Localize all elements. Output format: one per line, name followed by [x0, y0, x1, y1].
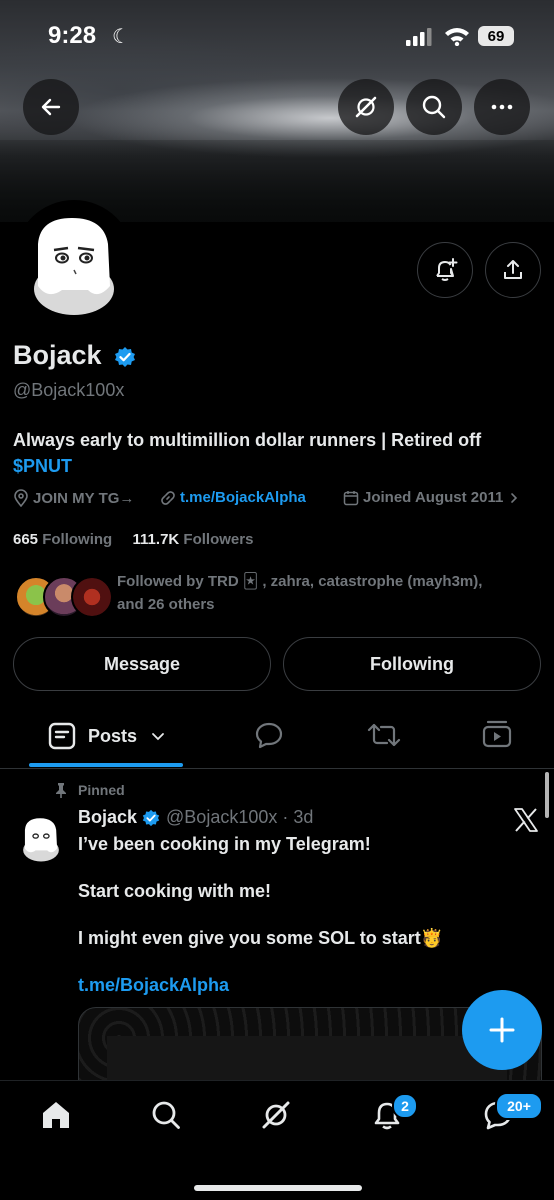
search-icon [422, 95, 446, 119]
following-count: 665 [13, 531, 39, 548]
location-icon [14, 489, 28, 507]
retweet-icon [367, 723, 401, 747]
active-tab-indicator [29, 763, 183, 767]
followers-count-link[interactable]: 111.7K Followers [133, 531, 254, 548]
followers-count: 111.7K [132, 531, 180, 548]
post-body: I’ve been cooking in my Telegram! Start … [78, 832, 498, 1020]
search-button[interactable] [406, 79, 462, 135]
cellular-signal-icon [406, 28, 432, 46]
post-author-avatar[interactable] [16, 812, 66, 862]
focus-moon-icon: ☾ [112, 26, 130, 48]
notify-button[interactable] [417, 242, 473, 298]
following-count-link[interactable]: 665 Following [13, 531, 112, 548]
notifications-badge: 2 [392, 1093, 418, 1119]
tab-posts-label: Posts [88, 725, 138, 746]
bell-plus-icon [436, 258, 458, 281]
profile-handle: @Bojack100x [13, 380, 125, 400]
share-icon [504, 260, 522, 279]
post-link[interactable]: t.me/BojackAlpha [78, 973, 498, 997]
profile-name: Bojack [13, 340, 102, 370]
home-icon [43, 1102, 69, 1128]
bio-cashtag-link[interactable]: $PNUT [13, 456, 72, 476]
back-button[interactable] [23, 79, 79, 135]
tab-reposts[interactable] [367, 722, 401, 753]
media-icon [482, 720, 512, 748]
chevron-down-icon [152, 733, 164, 741]
battery-indicator: 69 [478, 26, 514, 46]
post-handle-time: @Bojack100x · 3d [166, 807, 314, 827]
compose-button[interactable] [462, 990, 542, 1070]
post-avatar-image [16, 812, 66, 862]
tab-media[interactable] [482, 719, 512, 754]
replies-icon [255, 722, 283, 749]
tab-replies[interactable] [254, 721, 284, 754]
bottom-navigation [0, 1080, 554, 1200]
followers-you-know-avatars[interactable] [15, 576, 113, 618]
followed-by-line2: and 26 others [117, 596, 215, 613]
profile-joined[interactable]: Joined August 2011 [343, 489, 525, 506]
nav-grok[interactable] [260, 1099, 292, 1136]
pinned-indicator: Pinned [54, 782, 125, 798]
more-icon [491, 104, 513, 110]
post-line-1: I’ve been cooking in my Telegram! [78, 834, 371, 854]
link-text[interactable]: t.me/BojackAlpha [180, 489, 306, 506]
nav-grok-icon [262, 1101, 290, 1129]
nav-search[interactable] [150, 1099, 182, 1136]
messages-badge: 20+ [495, 1092, 543, 1120]
message-button[interactable]: Message [13, 637, 271, 691]
pin-icon [56, 783, 66, 798]
share-profile-button[interactable] [485, 242, 541, 298]
followed-by-line1: Followed by TRD 🃏 , zahra, catastrophe (… [117, 573, 483, 590]
post-header: Bojack @Bojack100x · 3d [78, 807, 313, 828]
grok-button[interactable] [338, 79, 394, 135]
profile-location: JOIN MY TG→ [13, 489, 134, 507]
link-icon [161, 490, 175, 505]
following-label: Following [42, 531, 113, 548]
status-time: 9:28 [48, 22, 97, 49]
scrollbar-thumb[interactable] [545, 772, 549, 818]
posts-tab-icon [48, 722, 76, 750]
followed-by-text[interactable]: Followed by TRD 🃏 , zahra, catastrophe (… [117, 570, 537, 616]
x-logo-icon[interactable] [513, 808, 539, 832]
calendar-icon [343, 490, 359, 505]
nav-home[interactable] [40, 1099, 72, 1136]
more-button[interactable] [474, 79, 530, 135]
joined-text: Joined August 2011 [363, 489, 504, 506]
post-line-2: Start cooking with me! [78, 881, 272, 901]
bio-text: Always early to multimillion dollar runn… [13, 430, 482, 450]
home-indicator [194, 1185, 362, 1191]
pinned-label: Pinned [78, 782, 125, 798]
post-author-name[interactable]: Bojack [78, 807, 137, 828]
avatar-image [18, 204, 130, 316]
grok-icon [355, 96, 377, 118]
followers-label: Followers [183, 531, 254, 548]
back-arrow-icon [41, 98, 61, 116]
follower-avatar-3 [71, 576, 113, 618]
profile-bio: Always early to multimillion dollar runn… [13, 427, 538, 479]
following-button[interactable]: Following [283, 637, 541, 691]
nav-search-icon [152, 1101, 180, 1129]
tab-posts[interactable]: Posts [48, 722, 167, 750]
post-line-3: I might even give you some SOL to start🫅 [78, 928, 444, 948]
post-verified-badge-icon [142, 809, 160, 826]
profile-avatar[interactable] [14, 200, 134, 320]
follow-counts: 665 Following 111.7K Followers [13, 531, 253, 548]
wifi-icon [445, 28, 469, 46]
profile-link[interactable]: t.me/BojackAlpha [160, 489, 306, 506]
chevron-right-icon [511, 492, 518, 503]
location-text: JOIN MY TG→ [33, 489, 135, 507]
verified-badge-icon [115, 347, 135, 367]
compose-plus-icon [489, 1017, 515, 1043]
status-bar: 9:28 ☾ 69 [0, 0, 554, 70]
